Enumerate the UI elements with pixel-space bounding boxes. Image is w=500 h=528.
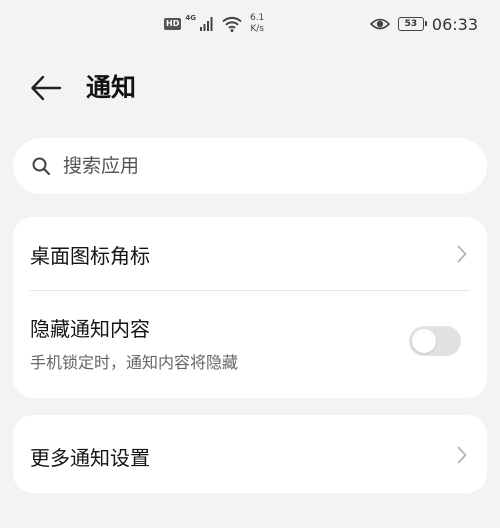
- network-speed: 6.1 K/s: [250, 13, 264, 35]
- status-bar-left: HD 4G 6.1 K/s: [164, 10, 264, 38]
- network-type: 4G: [185, 14, 196, 22]
- title-bar: 通知: [0, 62, 500, 114]
- status-time: 06:33: [431, 14, 478, 34]
- network-speed-value: 6.1: [249, 13, 265, 23]
- search-box[interactable]: [13, 138, 487, 194]
- hd-badge: HD: [164, 18, 182, 30]
- badge-settings-row[interactable]: 桌面图标角标: [13, 217, 487, 290]
- page-title: 通知: [86, 73, 137, 102]
- more-settings-label: 更多通知设置: [30, 446, 150, 470]
- back-button[interactable]: [26, 72, 66, 104]
- arrow-left-icon: [30, 75, 62, 101]
- settings-card-1: 桌面图标角标 隐藏通知内容 手机锁定时，通知内容将隐藏: [13, 217, 487, 398]
- hide-content-toggle[interactable]: [409, 326, 461, 356]
- status-bar-right: 53 06:33: [369, 10, 478, 38]
- signal-icon: [199, 17, 214, 31]
- chevron-right-icon: [455, 243, 469, 265]
- more-settings-row[interactable]: 更多通知设置: [13, 415, 487, 493]
- chevron-right-icon: [455, 444, 469, 466]
- search-input[interactable]: [63, 155, 463, 177]
- network-speed-unit: K/s: [250, 24, 264, 34]
- battery-level: 53: [404, 19, 418, 29]
- hide-content-subtitle: 手机锁定时，通知内容将隐藏: [30, 353, 239, 372]
- hide-content-label: 隐藏通知内容: [30, 317, 150, 341]
- wifi-icon: [222, 16, 242, 32]
- search-icon: [31, 156, 51, 176]
- settings-card-2: 更多通知设置: [13, 415, 487, 493]
- status-bar: HD 4G 6.1 K/s 53 06:33: [0, 0, 500, 50]
- badge-settings-label: 桌面图标角标: [30, 244, 150, 268]
- eye-icon: [369, 17, 390, 31]
- battery-icon: 53: [397, 17, 427, 31]
- toggle-knob: [412, 329, 436, 353]
